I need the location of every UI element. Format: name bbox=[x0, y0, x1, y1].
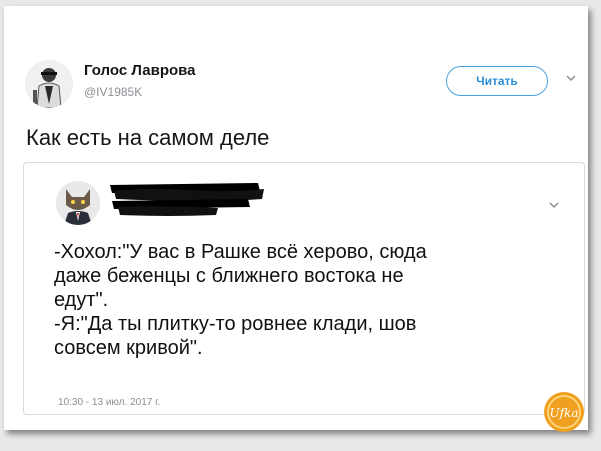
author-name[interactable]: Голос Лаврова bbox=[84, 62, 196, 79]
chevron-down-icon[interactable] bbox=[565, 72, 577, 84]
tweet-card: Голос Лаврова @IV1985K Читать Как есть н… bbox=[4, 6, 588, 432]
author-handle[interactable]: @IV1985K bbox=[84, 85, 142, 99]
person-photo-icon bbox=[25, 60, 73, 108]
chevron-down-icon[interactable] bbox=[548, 199, 560, 211]
quoted-text-line: даже беженцы с ближнего востока не bbox=[54, 265, 404, 287]
follow-button[interactable]: Читать bbox=[446, 66, 548, 96]
quoted-text: -Хохол:"У вас в Рашке всё херово, сюда д… bbox=[54, 240, 427, 360]
quoted-tweet[interactable]: -Хохол:"У вас в Рашке всё херово, сюда д… bbox=[23, 162, 585, 415]
quoted-avatar bbox=[56, 181, 100, 225]
cat-in-suit-icon bbox=[56, 181, 100, 225]
quoted-text-line: -Я:"Да ты плитку-то ровнее клади, шов bbox=[54, 313, 417, 335]
tweet-text: Как есть на самом деле bbox=[26, 125, 270, 150]
watermark-logo: Ufka bbox=[544, 392, 584, 432]
redacted-name-scribble bbox=[110, 183, 264, 216]
quoted-text-line: совсем кривой". bbox=[54, 337, 203, 359]
quoted-timestamp[interactable]: 10:30 - 13 июл. 2017 г. bbox=[58, 397, 160, 408]
svg-text:Ufka: Ufka bbox=[550, 406, 579, 420]
quoted-text-line: едут". bbox=[54, 289, 109, 311]
author-avatar[interactable] bbox=[25, 60, 73, 108]
quoted-text-line: -Хохол:"У вас в Рашке всё херово, сюда bbox=[54, 241, 427, 263]
